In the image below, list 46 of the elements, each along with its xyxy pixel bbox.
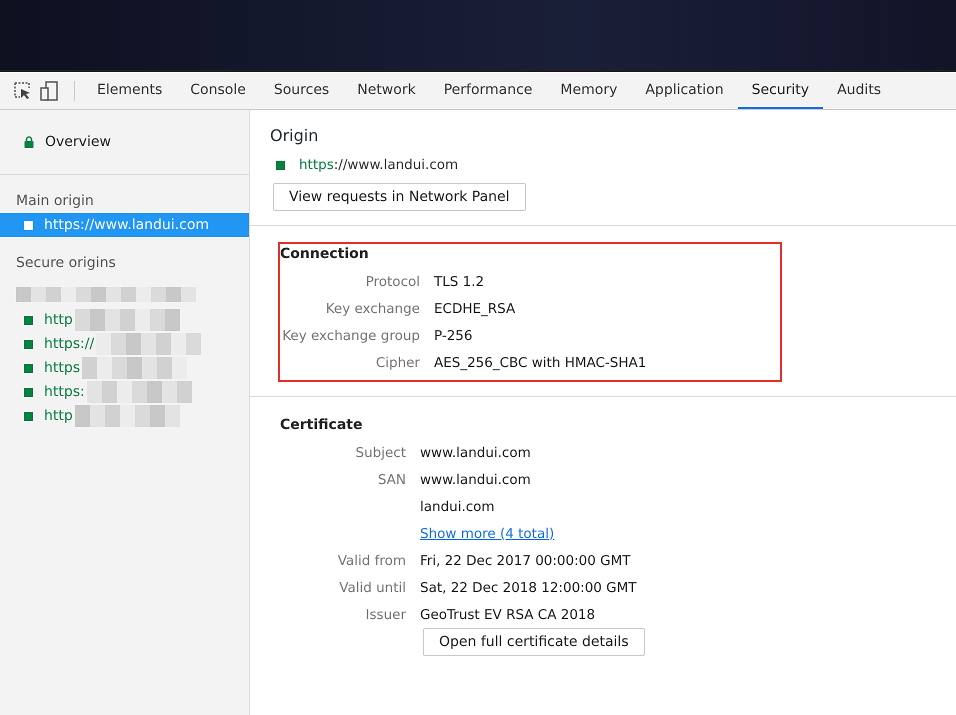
section-title: Origin (270, 126, 320, 145)
show-more-link[interactable]: Show more (4 total) (420, 526, 554, 542)
device-icon[interactable] (40, 80, 58, 100)
field-label: SAN (378, 472, 406, 488)
origin-url: https://www.landui.com (299, 157, 458, 173)
field-value: Sat, 22 Dec 2018 12:00:00 GMT (420, 580, 637, 596)
origin-item[interactable]: https (0, 356, 80, 380)
tab[interactable]: Elements (83, 72, 176, 109)
field-label: Key exchange group (281, 328, 421, 344)
field-label: Protocol (364, 274, 421, 290)
secure-indicator-icon (276, 160, 285, 170)
tab[interactable]: Memory (546, 72, 632, 109)
view-requests-button[interactable]: View requests in Network Panel (273, 183, 526, 211)
field-value: ECDHE_RSA (434, 300, 516, 316)
field-label: Subject (356, 444, 406, 460)
open-certificate-button[interactable]: Open full certificate details (423, 628, 645, 656)
field-value: www.landui.com (420, 472, 531, 488)
field-value: P-256 (434, 328, 472, 344)
field-value: landui.com (420, 498, 495, 514)
origin-item[interactable]: http (0, 308, 73, 332)
field-value: www.landui.com (420, 444, 531, 460)
tab[interactable]: Application (631, 72, 738, 109)
tab[interactable]: Network (343, 72, 430, 109)
lock-icon (24, 136, 34, 148)
inspect-icon[interactable] (14, 82, 32, 100)
tab[interactable]: Sources (260, 72, 344, 109)
field-value: AES_256_CBC with HMAC-SHA1 (434, 354, 646, 370)
field-value: GeoTrust EV RSA CA 2018 (420, 606, 596, 622)
section-title: Certificate (280, 417, 364, 433)
field-value: TLS 1.2 (434, 274, 484, 290)
field-label: Key exchange (324, 300, 421, 316)
field-label: Valid until (339, 580, 406, 596)
field-label: Valid from (338, 552, 406, 568)
tab[interactable]: Console (176, 72, 260, 109)
section-title: Connection (280, 246, 370, 262)
field-label: Cipher (374, 354, 421, 370)
field-value: Fri, 22 Dec 2017 00:00:00 GMT (420, 552, 630, 568)
section-heading: Secure origins (15, 254, 117, 273)
section-heading: Main origin (15, 192, 95, 211)
sidebar-item[interactable]: Overview (0, 110, 249, 175)
origin-item[interactable]: http (0, 404, 73, 428)
origin-item[interactable]: https: (0, 380, 85, 404)
tab[interactable]: Audits (823, 72, 896, 109)
origin-item[interactable]: https:// (0, 332, 94, 356)
field-label: Issuer (366, 606, 406, 622)
tab[interactable]: Performance (430, 72, 546, 109)
